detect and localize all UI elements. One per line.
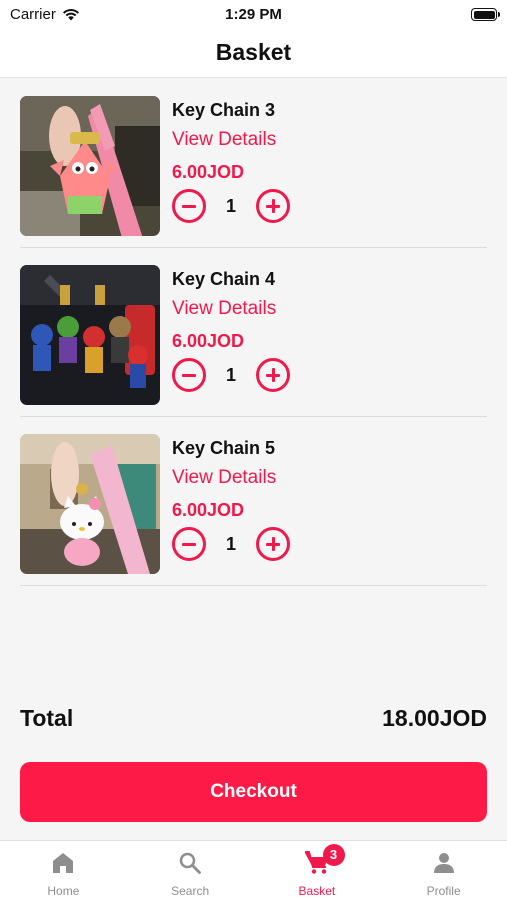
home-icon bbox=[53, 853, 74, 873]
item-price: 6.00JOD bbox=[172, 162, 245, 182]
quantity-stepper: 1 bbox=[172, 358, 290, 392]
decrease-quantity-button[interactable] bbox=[172, 527, 206, 561]
decrease-quantity-button[interactable] bbox=[172, 358, 206, 392]
person-icon bbox=[433, 853, 454, 873]
total-row: Total 18.00JOD bbox=[20, 705, 487, 732]
item-price: 6.00JOD bbox=[172, 331, 245, 351]
quantity-value: 1 bbox=[225, 364, 236, 385]
tab-profile[interactable]: Profile bbox=[380, 841, 507, 900]
tab-label: Home bbox=[47, 884, 80, 898]
item-price: 6.00JOD bbox=[172, 500, 245, 520]
quantity-stepper: 1 bbox=[172, 189, 290, 223]
product-image[interactable] bbox=[20, 434, 160, 574]
item-name: Key Chain 3 bbox=[172, 100, 276, 120]
nav-bar: Basket bbox=[0, 30, 507, 78]
increase-quantity-button[interactable] bbox=[256, 189, 290, 223]
quantity-stepper: 1 bbox=[172, 527, 290, 561]
status-bar: Carrier 1:29 PM bbox=[0, 0, 507, 30]
item-name: Key Chain 5 bbox=[172, 438, 276, 458]
product-image[interactable] bbox=[20, 265, 160, 405]
basket-list: Key Chain 3 View Details 6.00JOD 1 Key C… bbox=[20, 79, 487, 586]
tab-basket[interactable]: 3 Basket bbox=[254, 841, 381, 900]
increase-quantity-button[interactable] bbox=[256, 527, 290, 561]
checkout-button[interactable]: Checkout bbox=[20, 762, 487, 822]
view-details-link[interactable]: View Details bbox=[172, 466, 290, 490]
search-icon bbox=[179, 852, 202, 874]
item-info: Key Chain 4 View Details 6.00JOD 1 bbox=[172, 267, 290, 392]
tab-bar: Home Search 3 Basket Profile bbox=[0, 840, 507, 900]
tab-label: Profile bbox=[426, 884, 461, 898]
cart-badge: 3 bbox=[322, 844, 345, 866]
total-value: 18.00JOD bbox=[382, 705, 487, 731]
basket-item: Key Chain 3 View Details 6.00JOD 1 bbox=[20, 79, 487, 248]
tab-search[interactable]: Search bbox=[127, 841, 254, 900]
page-title: Basket bbox=[215, 39, 292, 65]
quantity-value: 1 bbox=[225, 533, 236, 554]
increase-quantity-button[interactable] bbox=[256, 358, 290, 392]
item-info: Key Chain 5 View Details 6.00JOD 1 bbox=[172, 436, 290, 561]
tab-label: Search bbox=[171, 884, 210, 898]
product-image[interactable] bbox=[20, 96, 160, 236]
view-details-link[interactable]: View Details bbox=[172, 128, 290, 152]
item-info: Key Chain 3 View Details 6.00JOD 1 bbox=[172, 98, 290, 223]
item-name: Key Chain 4 bbox=[172, 269, 276, 289]
basket-item: Key Chain 5 View Details 6.00JOD 1 bbox=[20, 417, 487, 586]
decrease-quantity-button[interactable] bbox=[172, 189, 206, 223]
view-details-link[interactable]: View Details bbox=[172, 297, 290, 321]
clock: 1:29 PM bbox=[225, 6, 282, 23]
battery-icon bbox=[471, 8, 500, 21]
tab-label: Basket bbox=[298, 884, 336, 898]
tab-home[interactable]: Home bbox=[0, 841, 127, 900]
quantity-value: 1 bbox=[225, 195, 236, 216]
total-label: Total bbox=[20, 705, 74, 731]
basket-item: Key Chain 4 View Details 6.00JOD 1 bbox=[20, 248, 487, 417]
